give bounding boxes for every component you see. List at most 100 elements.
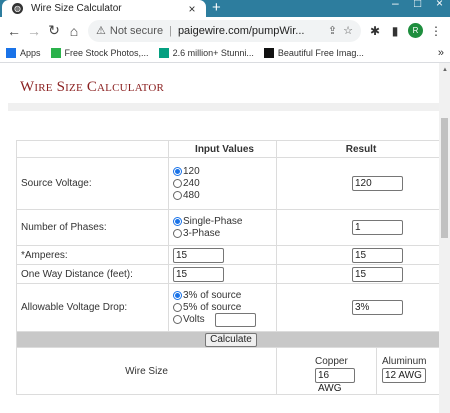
bookmark-favicon-icon — [263, 48, 274, 58]
radio-icon[interactable] — [173, 191, 182, 200]
globe-icon: ◍ — [12, 3, 23, 14]
page-header: Wire Size Calculator — [8, 69, 440, 135]
drop-option-volts[interactable]: Volts — [173, 312, 276, 327]
amperes-input-cell: 15 — [168, 245, 277, 265]
bookmark-label: 2.6 million+ Stunni... — [172, 48, 254, 58]
radio-icon[interactable] — [173, 179, 182, 188]
radio-selected-icon[interactable] — [173, 217, 182, 226]
window-close-icon[interactable]: × — [436, 0, 443, 10]
tab-close-icon[interactable]: × — [184, 2, 200, 16]
voltage-drop-label: Allowable Voltage Drop: — [16, 283, 169, 332]
browser-toolbar: ← → ↻ ⌂ ⚠ Not secure | paigewire.com/pum… — [0, 17, 450, 44]
home-icon[interactable]: ⌂ — [64, 23, 84, 39]
distance-result-cell: 15 — [276, 264, 446, 284]
radio-selected-icon[interactable] — [173, 291, 182, 300]
aluminum-label: Aluminum — [382, 356, 427, 367]
voltage-option-240[interactable]: 240 — [173, 178, 276, 190]
calculate-button[interactable]: Calculate — [205, 332, 257, 347]
menu-icon[interactable]: ⋮ — [426, 24, 446, 38]
new-tab-button[interactable]: + — [212, 0, 221, 16]
voltage-option-120[interactable]: 120 — [173, 166, 276, 178]
star-icon[interactable]: ☆ — [343, 24, 353, 37]
bookmarks-more-icon[interactable]: » — [438, 47, 444, 59]
header-result: Result — [276, 140, 446, 158]
voltage-drop-result-field[interactable]: 3% — [352, 300, 403, 315]
option-label: 3% of source — [183, 289, 242, 301]
radio-icon[interactable] — [173, 229, 182, 238]
page-scrollbar[interactable]: ▲ — [439, 63, 450, 413]
bookmark-label: Apps — [20, 48, 41, 58]
sidepanel-icon[interactable]: ▮ — [385, 24, 405, 38]
bookmarks-bar: Apps Free Stock Photos,... 2.6 million+ … — [0, 44, 450, 63]
voltage-option-480[interactable]: 480 — [173, 190, 276, 202]
copper-col: Copper 16 AWG — [277, 348, 377, 394]
drop-option-3pct[interactable]: 3% of source — [173, 290, 276, 302]
avatar[interactable]: R — [408, 23, 423, 38]
bookmark-beautiful-images[interactable]: Beautiful Free Imag... — [263, 48, 364, 58]
wire-size-label: Wire Size — [16, 347, 277, 395]
minimize-icon[interactable]: – — [392, 0, 399, 10]
bookmark-favicon-icon — [50, 48, 61, 58]
amperes-input[interactable]: 15 — [173, 247, 224, 263]
amperes-label: *Amperes: — [16, 245, 169, 265]
amperes-result-cell: 15 — [276, 245, 446, 265]
copper-label: Copper — [315, 356, 348, 367]
security-label: Not secure — [109, 24, 164, 37]
url-text[interactable]: paigewire.com/pumpWir... — [178, 25, 322, 37]
bookmark-label: Beautiful Free Imag... — [277, 48, 364, 58]
scroll-up-icon[interactable]: ▲ — [442, 67, 448, 73]
option-label: 120 — [183, 165, 200, 177]
phases-options: Single-Phase 3-Phase — [168, 209, 277, 246]
distance-input[interactable]: 15 — [173, 266, 224, 282]
calculate-bar: Calculate — [16, 331, 446, 348]
source-voltage-options: 120 240 480 — [168, 157, 277, 210]
warning-icon[interactable]: ⚠ — [96, 24, 106, 37]
radio-selected-icon[interactable] — [173, 167, 182, 176]
option-label: Volts — [183, 313, 205, 325]
radio-icon[interactable] — [173, 315, 182, 324]
header-label-col — [16, 140, 169, 158]
drop-option-5pct[interactable]: 5% of source — [173, 302, 276, 314]
bookmark-stunning[interactable]: 2.6 million+ Stunni... — [158, 48, 254, 58]
bookmark-apps[interactable]: Apps — [6, 48, 41, 58]
option-label: Single-Phase — [183, 215, 243, 227]
option-label: 240 — [183, 177, 200, 189]
voltage-drop-result-cell: 3% — [276, 283, 446, 332]
source-voltage-result-cell: 120 — [276, 157, 446, 210]
amperes-result-field[interactable]: 15 — [352, 247, 403, 263]
forward-icon[interactable]: → — [24, 23, 44, 39]
voltage-drop-options: 3% of source 5% of source Volts — [168, 283, 277, 332]
bookmark-favicon-icon — [158, 48, 169, 58]
phases-result-cell: 1 — [276, 209, 446, 246]
puzzle-icon[interactable]: ✱ — [365, 24, 385, 38]
page-title: Wire Size Calculator — [20, 79, 165, 95]
phases-result-field[interactable]: 1 — [352, 220, 403, 235]
browser-tab[interactable]: ◍ Wire Size Calculator × — [2, 0, 206, 17]
option-label: 3-Phase — [183, 227, 221, 239]
reload-icon[interactable]: ↻ — [44, 22, 64, 39]
header-input-values: Input Values — [168, 140, 277, 158]
volts-input[interactable] — [214, 312, 256, 327]
phases-label: Number of Phases: — [16, 209, 169, 246]
aluminum-result-field[interactable]: 12 AWG — [382, 368, 426, 383]
amperes-label-text: *Amperes: — [21, 249, 68, 261]
bookmark-free-stock-photos[interactable]: Free Stock Photos,... — [50, 48, 149, 58]
share-icon[interactable]: ⇪ — [328, 24, 337, 37]
copper-result-field[interactable]: 16 AWG — [315, 368, 355, 394]
radio-icon[interactable] — [173, 303, 182, 312]
distance-result-field[interactable]: 15 — [352, 266, 403, 282]
scroll-thumb[interactable] — [441, 118, 448, 238]
option-label: 5% of source — [183, 301, 242, 313]
apps-grid-icon — [6, 48, 16, 58]
option-label: 480 — [183, 189, 200, 201]
address-bar[interactable]: ⚠ Not secure | paigewire.com/pumpWir... … — [88, 19, 361, 42]
maximize-icon[interactable]: □ — [414, 0, 421, 10]
phase-option-single[interactable]: Single-Phase — [173, 216, 276, 228]
bookmark-label: Free Stock Photos,... — [64, 48, 149, 58]
page-content: Wire Size Calculator Input Values Result… — [0, 63, 450, 413]
back-icon[interactable]: ← — [4, 23, 24, 39]
header-divider — [8, 103, 440, 111]
distance-input-cell: 15 — [168, 264, 277, 284]
voltage-result-field[interactable]: 120 — [352, 176, 403, 191]
phase-option-three[interactable]: 3-Phase — [173, 228, 276, 240]
